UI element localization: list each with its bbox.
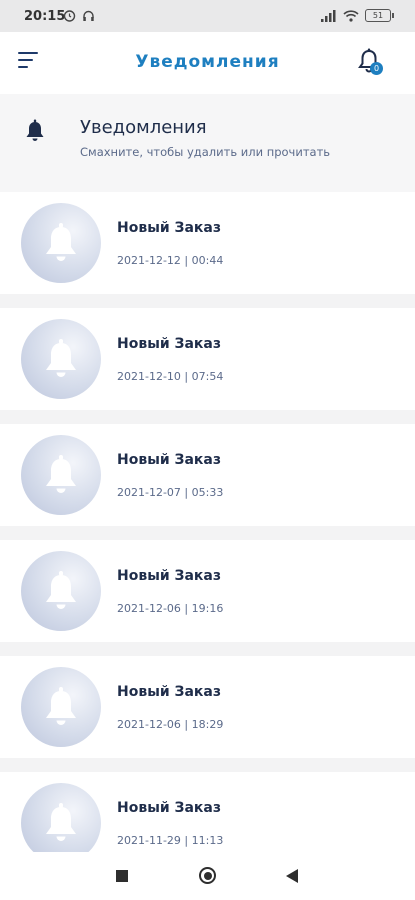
notification-avatar — [21, 783, 101, 863]
notification-item[interactable]: Новый Заказ 2021-12-10 | 07:54 — [0, 308, 415, 410]
notification-avatar — [21, 551, 101, 631]
back-icon[interactable] — [286, 869, 298, 883]
notification-badge: 0 — [370, 62, 383, 75]
status-bar: 20:15 51 — [0, 0, 415, 32]
app-bar: Уведомления 0 — [0, 32, 415, 94]
home-icon[interactable] — [199, 867, 216, 884]
signal-icon — [321, 9, 336, 22]
bell-icon — [46, 223, 76, 261]
page-title: Уведомления — [80, 117, 207, 138]
notifications-header: Уведомления Смахните, чтобы удалить или … — [0, 94, 415, 192]
notification-avatar — [21, 319, 101, 399]
notification-date: 2021-11-29 | 11:13 — [117, 834, 224, 847]
notifications-button[interactable]: 0 — [357, 48, 385, 78]
bell-icon — [46, 803, 76, 841]
notification-item[interactable]: Новый Заказ 2021-12-12 | 00:44 — [0, 192, 415, 294]
bell-icon — [26, 119, 44, 141]
notification-item[interactable]: Новый Заказ 2021-12-07 | 05:33 — [0, 424, 415, 526]
status-time: 20:15 — [24, 9, 66, 24]
bell-icon — [46, 687, 76, 725]
page-subtitle: Смахните, чтобы удалить или прочитать — [80, 145, 331, 159]
status-left-icons — [63, 9, 95, 22]
headphones-icon — [83, 10, 94, 21]
bell-icon — [46, 455, 76, 493]
battery-icon: 51 — [365, 9, 394, 22]
notification-date: 2021-12-10 | 07:54 — [117, 370, 224, 383]
notification-title: Новый Заказ — [117, 568, 222, 584]
notification-title: Новый Заказ — [117, 684, 222, 700]
app-bar-title: Уведомления — [135, 52, 280, 72]
notification-avatar — [21, 435, 101, 515]
notification-date: 2021-12-06 | 18:29 — [117, 718, 224, 731]
bell-icon — [46, 571, 76, 609]
bell-icon — [46, 339, 76, 377]
notification-title: Новый Заказ — [117, 336, 222, 352]
notification-title: Новый Заказ — [117, 800, 222, 816]
notification-date: 2021-12-06 | 19:16 — [117, 602, 224, 615]
notification-title: Новый Заказ — [117, 452, 222, 468]
wifi-icon — [343, 9, 359, 22]
notification-avatar — [21, 203, 101, 283]
recents-icon[interactable] — [116, 870, 128, 882]
notification-date: 2021-12-12 | 00:44 — [117, 254, 224, 267]
notification-item[interactable]: Новый Заказ 2021-12-06 | 18:29 — [0, 656, 415, 758]
alarm-icon — [63, 10, 76, 22]
notification-item[interactable]: Новый Заказ 2021-12-06 | 19:16 — [0, 540, 415, 642]
notification-title: Новый Заказ — [117, 220, 222, 236]
notification-date: 2021-12-07 | 05:33 — [117, 486, 224, 499]
status-right-icons: 51 — [321, 9, 394, 22]
system-nav-bar — [0, 852, 415, 900]
notification-avatar — [21, 667, 101, 747]
